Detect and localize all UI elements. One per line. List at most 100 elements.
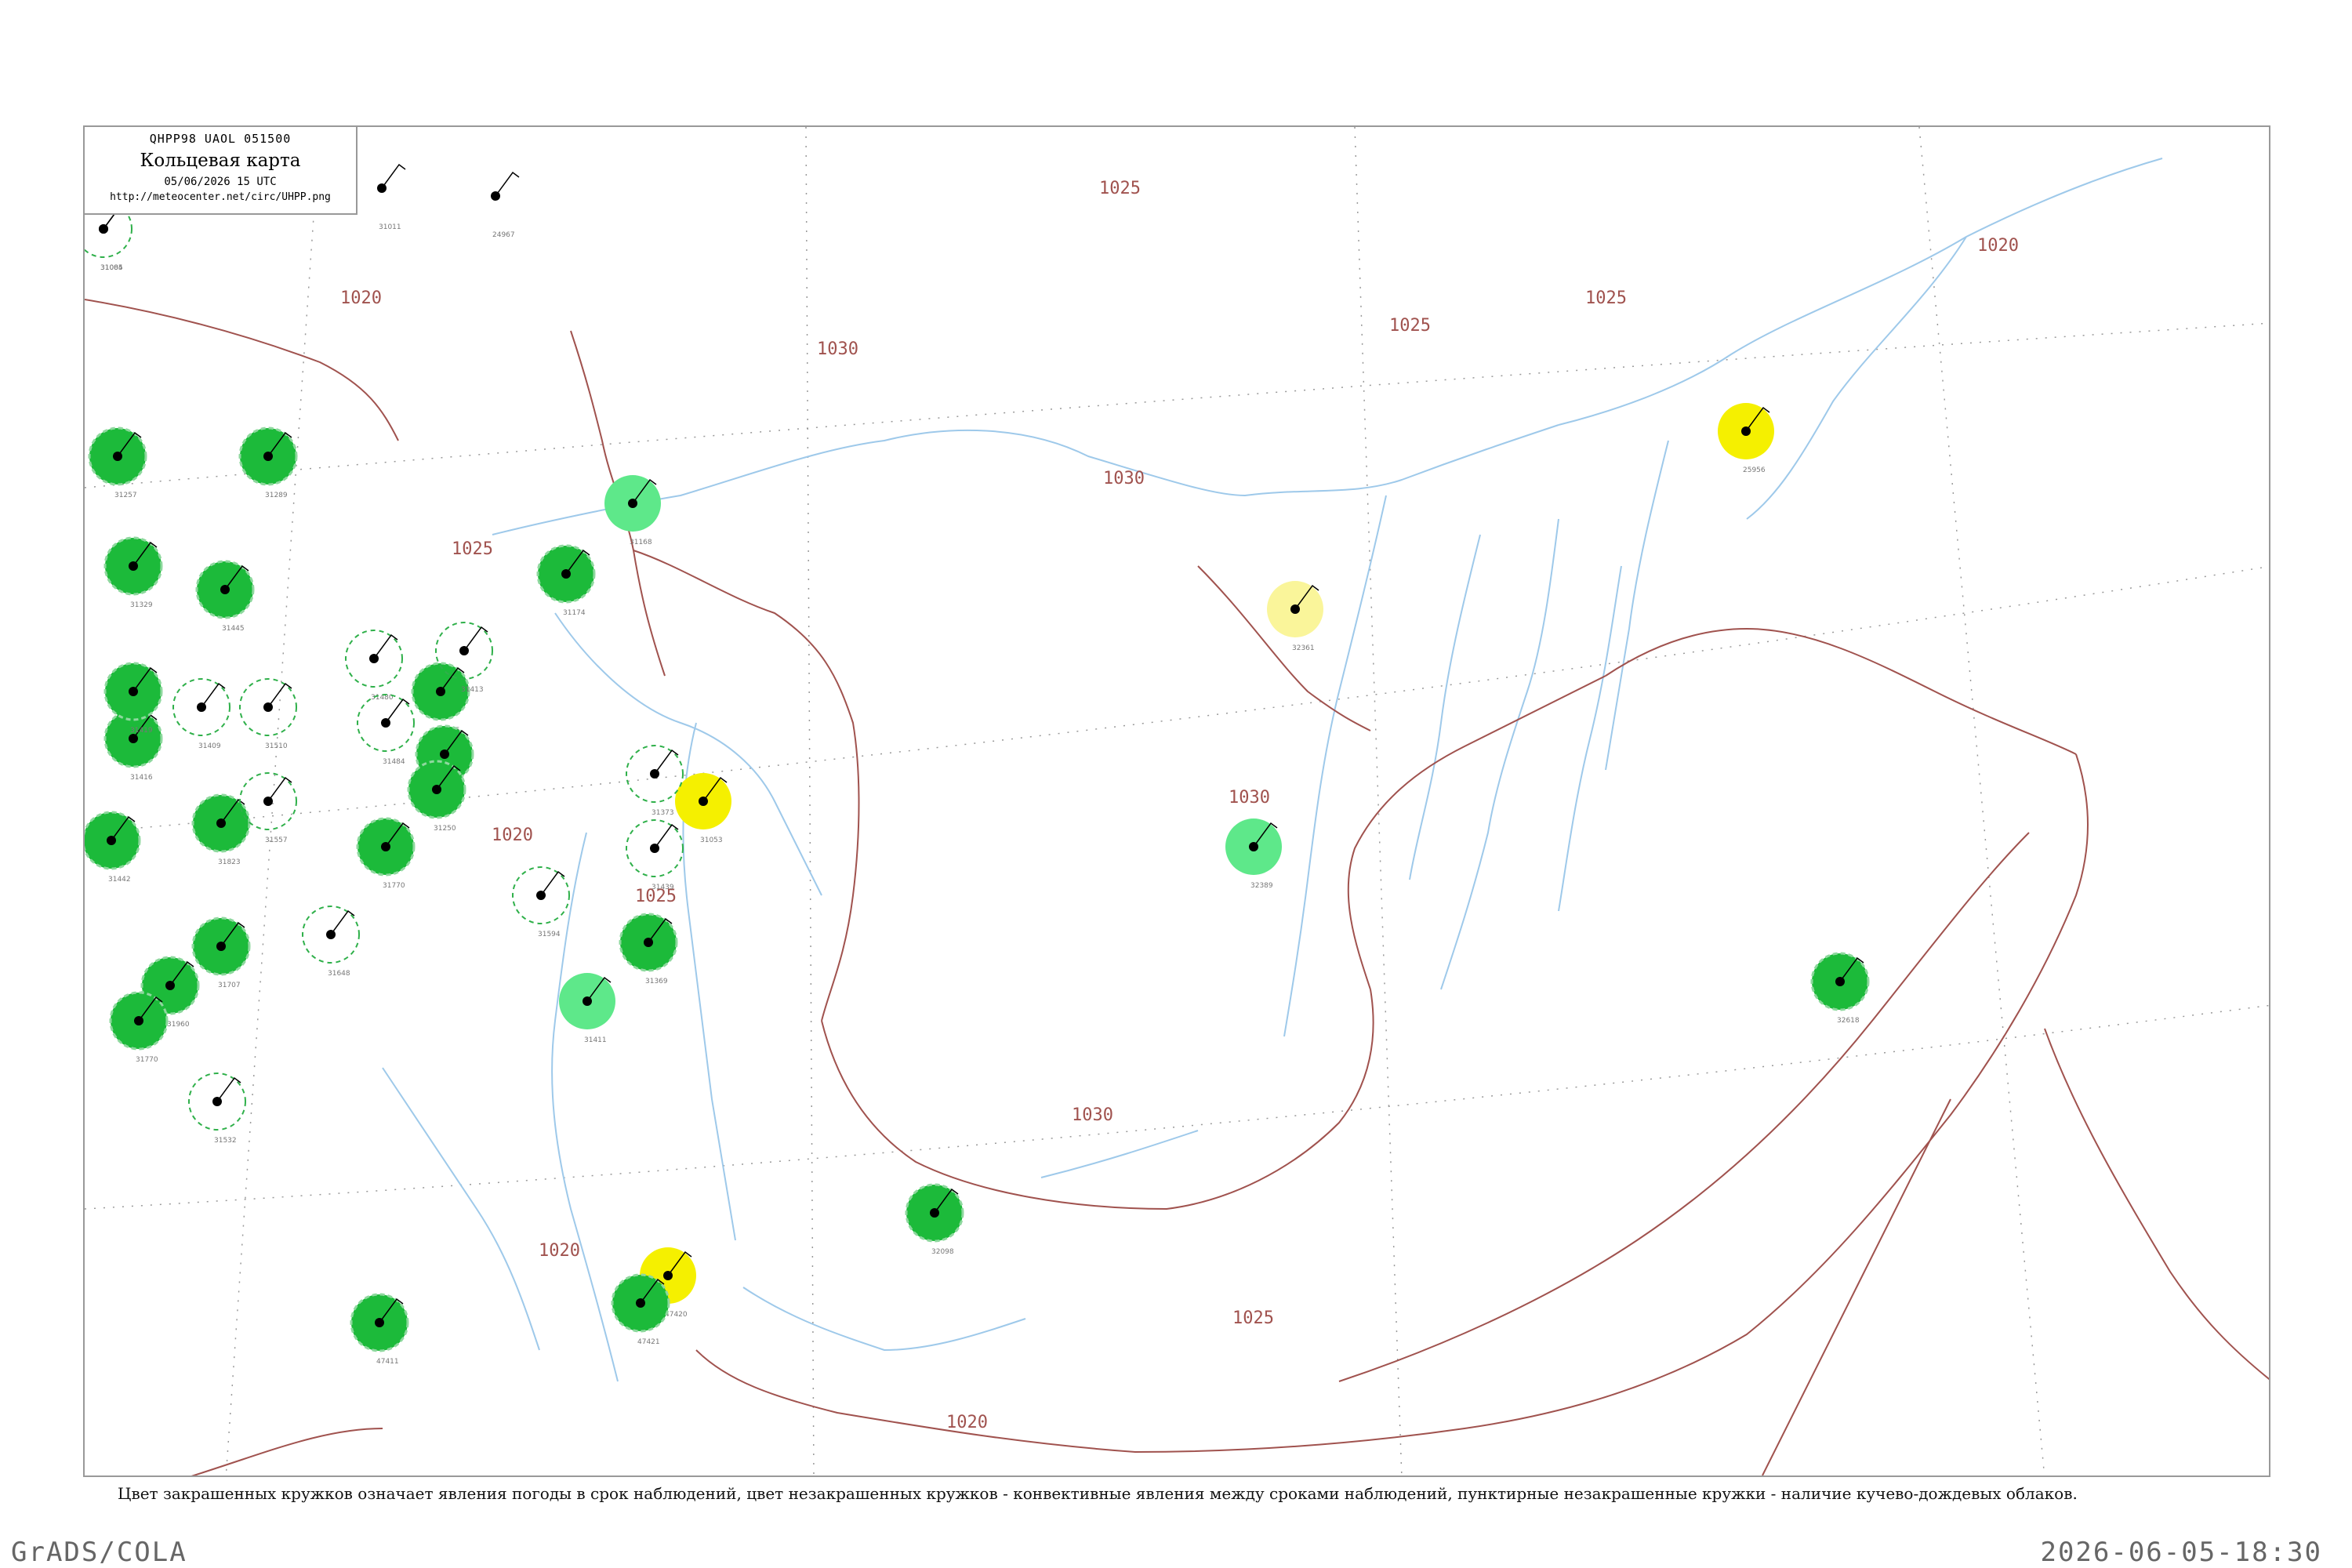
station-code: 32098: [931, 1248, 954, 1256]
isobar-label: 1020: [492, 826, 533, 845]
station-marker[interactable]: 25956: [1718, 403, 1774, 474]
station-marker[interactable]: 31532: [188, 1073, 246, 1145]
isobar-label: 1030: [1072, 1105, 1113, 1125]
station-code: 47411: [376, 1358, 399, 1366]
map-frame: 1025 1025 1025 1020 1020 1030 1030 1030 1030 1025…: [83, 125, 2270, 1477]
bulletin-code: QHPP98 UAOL 051500: [149, 132, 292, 146]
station-marker[interactable]: 31594: [512, 866, 570, 938]
boundaries: [85, 299, 2269, 1475]
wind-barb: [330, 909, 355, 935]
station-code: 25956: [1743, 466, 1766, 474]
station-marker[interactable]: 31235: [411, 662, 470, 735]
station-code: 31594: [538, 931, 561, 938]
wind-barb: [201, 682, 226, 708]
station-marker[interactable]: 31480: [345, 630, 403, 702]
station-code: 31168: [630, 539, 652, 546]
station-marker[interactable]: 31770: [109, 991, 169, 1064]
station-marker[interactable]: 31373: [626, 745, 684, 817]
station-marker[interactable]: 31442: [85, 811, 141, 884]
station-code: 31053: [700, 837, 723, 844]
station-marker[interactable]: 31648: [302, 906, 360, 978]
map-title: Кольцевая карта: [140, 151, 301, 171]
station-code: 31373: [652, 809, 674, 817]
station-code: 47421: [637, 1338, 660, 1346]
station-marker[interactable]: 24967: [467, 168, 524, 239]
wind-barb: [654, 823, 679, 849]
station-code: 31369: [645, 978, 668, 985]
station-code: 31648: [328, 970, 350, 978]
legend-caption: Цвет закрашенных кружков означает явлени…: [118, 1484, 2078, 1503]
station-code: 31445: [222, 625, 245, 633]
station-code: 31174: [563, 609, 586, 617]
station-marker[interactable]: 31168: [604, 475, 661, 546]
isobar-label: 1025: [1099, 179, 1141, 198]
station-code: 31770: [136, 1056, 158, 1064]
station-code: 31480: [371, 694, 394, 702]
station-marker[interactable]: 32098: [905, 1183, 964, 1256]
station-marker[interactable]: 31409: [172, 678, 230, 750]
map-source-url[interactable]: http://meteocenter.net/circ/UHPP.png: [85, 191, 356, 203]
station-marker[interactable]: 31445: [195, 560, 255, 633]
software-credit: GrADS/COLA: [11, 1537, 187, 1568]
coastlines: [382, 158, 2163, 1382]
station-code: 32361: [1292, 644, 1315, 652]
wind-barb: [373, 633, 398, 659]
station-marker[interactable]: 31510: [239, 678, 297, 750]
station-code: 32618: [1837, 1017, 1860, 1025]
station-code: 31442: [108, 876, 131, 884]
wind-barb: [216, 1076, 241, 1102]
station-marker[interactable]: 32361: [1267, 581, 1323, 652]
isobar-label: 1020: [340, 289, 382, 308]
station-code: 31532: [214, 1137, 237, 1145]
station-marker[interactable]: 47421: [611, 1273, 670, 1346]
station-marker[interactable]: 31011: [354, 160, 410, 231]
station-code: 31823: [218, 858, 241, 866]
station-marker[interactable]: 31289: [238, 426, 298, 499]
station-code: 31484: [383, 758, 405, 766]
isobar-label: 1025: [1585, 289, 1627, 308]
station-marker[interactable]: 31329: [103, 536, 163, 609]
station-code: 31510: [265, 742, 288, 750]
station-code: 31413: [461, 686, 484, 694]
isobar-label: 1025: [452, 539, 493, 559]
isobar-label: 1030: [1229, 788, 1270, 808]
station-marker[interactable]: 31174: [536, 544, 596, 617]
isobar-label: 1030: [1103, 469, 1145, 488]
wind-barb: [381, 163, 406, 189]
station-marker[interactable]: 32618: [1810, 952, 1870, 1025]
isobar-label: 1020: [539, 1241, 580, 1261]
station-marker[interactable]: 32389: [1225, 818, 1282, 890]
station-marker[interactable]: 47411: [350, 1293, 409, 1366]
station-marker[interactable]: 31257: [88, 426, 147, 499]
wind-barb: [463, 626, 488, 652]
wind-barb: [385, 698, 410, 724]
station-marker[interactable]: 31369: [619, 913, 678, 985]
station-code: 24967: [492, 231, 515, 239]
map-title-box: QHPP98 UAOL 051500 Кольцевая карта 05/06…: [85, 127, 358, 215]
station-code: 31419: [130, 727, 153, 735]
isobar-label: 1025: [1389, 316, 1431, 336]
station-code: 31257: [114, 492, 137, 499]
station-code: 31409: [198, 742, 221, 750]
station-code: 31439: [652, 884, 674, 891]
wind-barb: [540, 870, 565, 896]
station-code: 31707: [218, 982, 241, 989]
station-code: 31960: [167, 1021, 190, 1029]
station-code: 31557: [265, 837, 288, 844]
station-marker[interactable]: 31823: [191, 793, 251, 866]
wind-barb: [654, 749, 679, 775]
station-marker[interactable]: 31439: [626, 819, 684, 891]
isobar-label: 1030: [817, 339, 858, 359]
station-code: 31250: [434, 825, 456, 833]
station-code: 31329: [130, 601, 153, 609]
wind-barb: [495, 171, 520, 197]
station-marker[interactable]: 31416: [103, 709, 163, 782]
station-marker[interactable]: 31770: [356, 817, 416, 890]
station-code: 32389: [1250, 882, 1273, 890]
station-marker[interactable]: 31707: [191, 916, 251, 989]
isobar-label: 1025: [1232, 1308, 1274, 1328]
station-code: 31770: [383, 882, 405, 890]
station-marker[interactable]: 31250: [407, 760, 466, 833]
station-marker[interactable]: 31411: [559, 973, 615, 1044]
station-marker[interactable]: 31484: [357, 694, 415, 766]
